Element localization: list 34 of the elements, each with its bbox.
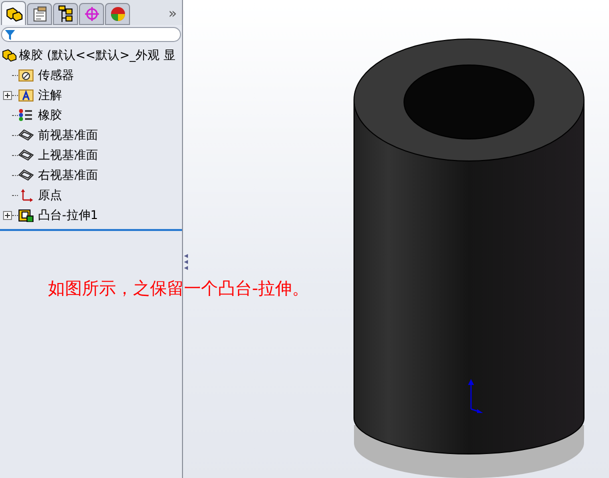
plane-icon — [18, 168, 34, 182]
tree-item-label[interactable]: 前视基准面 — [38, 125, 98, 145]
extrude-feature-icon — [18, 208, 34, 222]
part-cubes-icon — [4, 6, 22, 22]
annotation-text: 如图所示，之保留一个凸台-拉伸。 — [48, 278, 310, 301]
expand-plus-icon[interactable] — [3, 210, 12, 220]
tree-item-label[interactable]: 凸台-拉伸1 — [38, 205, 98, 225]
splitter-handle-icon[interactable] — [184, 254, 188, 270]
tree-item-label[interactable]: 传感器 — [38, 65, 74, 85]
panel-tab[interactable] — [1, 1, 26, 25]
tree-item-label[interactable]: 橡胶 — [38, 105, 62, 125]
tree-item-label[interactable]: 注解 — [38, 85, 62, 105]
tree-root-label[interactable]: 橡胶 (默认<<默认>_外观 显 — [19, 45, 176, 65]
folder-letter-icon — [18, 88, 34, 102]
material-list-icon — [18, 108, 34, 122]
tree-item-label[interactable]: 右视基准面 — [38, 165, 98, 185]
filter-field[interactable] — [1, 27, 181, 42]
property-sheet-icon — [32, 6, 48, 22]
crosshair-icon — [84, 6, 100, 22]
filter-funnel-icon — [5, 30, 15, 40]
panel-tab[interactable] — [27, 3, 52, 25]
more-tabs-button[interactable]: » — [168, 3, 177, 25]
expand-plus-icon[interactable] — [3, 90, 12, 100]
part-cubes-icon — [1, 48, 17, 62]
panel-tab[interactable] — [53, 3, 78, 25]
origin-triad-icon — [467, 379, 483, 413]
origin-axes-icon — [18, 188, 34, 202]
plane-icon — [18, 128, 34, 142]
color-ball-icon — [110, 6, 126, 22]
tree-item-label[interactable]: 原点 — [38, 185, 62, 205]
tree-item-label[interactable]: 上视基准面 — [38, 145, 98, 165]
plane-icon — [18, 148, 34, 162]
folder-gauge-icon — [18, 68, 34, 82]
configuration-tree-icon — [58, 5, 74, 23]
